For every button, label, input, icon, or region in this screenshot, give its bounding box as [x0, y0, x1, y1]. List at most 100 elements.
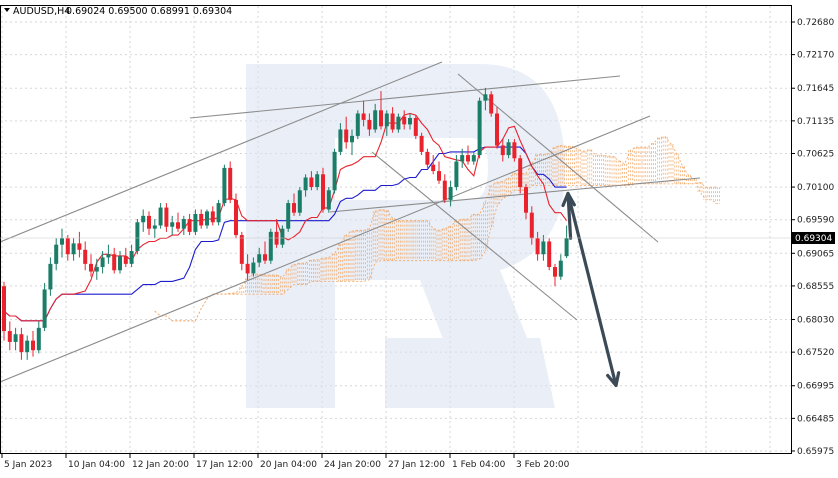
candle-body: [297, 190, 302, 213]
candle-body: [384, 113, 389, 127]
candle-body: [123, 256, 128, 264]
candle-body: [512, 142, 517, 159]
candle: [234, 193, 238, 239]
y-tick-label: 0.66485: [797, 414, 834, 424]
candle: [54, 238, 59, 271]
candle-body: [286, 203, 291, 229]
candle: [228, 161, 233, 204]
candle: [158, 203, 163, 229]
forecast-arrows: [561, 191, 621, 388]
candle-body: [315, 174, 320, 188]
candle: [94, 258, 99, 280]
y-tick-label: 0.71645: [797, 84, 834, 94]
y-tick-label: 0.68030: [797, 316, 834, 326]
candle: [413, 115, 418, 140]
candle-body: [199, 213, 204, 226]
watermark-logo: [246, 64, 565, 408]
triangle-down-icon[interactable]: [4, 8, 10, 12]
candle: [477, 97, 482, 159]
x-tick-label: 12 Jan 20:00: [132, 460, 189, 470]
candle-body: [541, 241, 546, 255]
x-tick-label: 17 Jan 12:00: [196, 460, 253, 470]
candle: [547, 238, 552, 271]
candle: [321, 167, 325, 213]
candle-body: [2, 286, 6, 332]
candle-body: [36, 327, 41, 351]
candle-body: [106, 254, 111, 258]
y-tick-label: 0.66995: [797, 382, 834, 392]
watermark-lower-block: [385, 338, 555, 408]
candle: [123, 247, 128, 268]
candle: [25, 335, 30, 360]
candle: [280, 225, 285, 248]
candle-body: [94, 267, 99, 272]
candle: [106, 244, 111, 264]
candle-body: [7, 331, 12, 342]
candle: [31, 331, 35, 357]
x-tick-label: 3 Feb 20:00: [516, 460, 570, 470]
candle-body: [228, 167, 233, 200]
candle: [135, 219, 140, 255]
candle: [286, 199, 291, 232]
candle: [553, 263, 557, 287]
candle-body: [396, 116, 401, 130]
candle: [19, 327, 24, 360]
candle-body: [466, 155, 470, 162]
candle-body: [251, 262, 256, 274]
candle: [326, 187, 331, 213]
y-tick-label: 0.67520: [797, 348, 834, 358]
candle-body: [100, 257, 105, 268]
candle: [431, 155, 436, 175]
candle-body: [553, 267, 557, 277]
candle-body: [535, 238, 540, 255]
candle-body: [518, 158, 523, 188]
candle-body: [471, 155, 476, 162]
candle: [222, 164, 227, 207]
candle-body: [483, 94, 488, 101]
candle-body: [442, 180, 447, 200]
candle: [129, 244, 134, 268]
candle-body: [408, 117, 412, 125]
price-chart[interactable]: 0.72680 0.72170 0.71645 0.71135 0.70625 0.701…: [0, 0, 838, 474]
candle-body: [71, 243, 76, 255]
candle: [89, 254, 93, 277]
candle-body: [263, 254, 267, 261]
forecast-arrow-down: [566, 191, 618, 388]
candle-body: [338, 129, 343, 152]
current-price-label: 0.69304: [795, 234, 832, 244]
candle: [239, 231, 244, 271]
candle: [199, 209, 204, 229]
x-tick-label: 20 Jan 04:00: [260, 460, 317, 470]
candle: [13, 327, 18, 351]
candle-body: [309, 177, 314, 188]
candle: [425, 148, 430, 168]
candle-body: [280, 228, 285, 245]
candle-body: [141, 215, 146, 223]
candle-body: [25, 340, 30, 353]
candle-body: [112, 254, 117, 271]
candle-body: [524, 187, 528, 213]
candle-body: [164, 207, 169, 227]
candle-body: [402, 116, 407, 125]
candle-body: [245, 263, 250, 274]
candle-body: [118, 256, 122, 271]
candle-body: [350, 135, 354, 143]
candle-body: [83, 249, 88, 264]
candle: [36, 321, 41, 354]
candle-body: [257, 254, 262, 263]
y-tick-label: 0.70100: [797, 183, 834, 193]
candle: [355, 110, 360, 140]
y-tick-label: 0.70625: [797, 149, 834, 159]
candle: [193, 209, 198, 236]
candle-body: [31, 340, 35, 351]
candle: [489, 91, 494, 117]
candle-body: [176, 222, 180, 229]
candle-body: [129, 251, 134, 264]
candle-body: [205, 211, 209, 226]
candle-body: [361, 113, 366, 120]
x-tick-label: 24 Jan 20:00: [324, 460, 381, 470]
candle-body: [216, 203, 221, 223]
candle-body: [326, 190, 331, 210]
candle-body: [19, 334, 24, 353]
candle-body: [147, 215, 151, 229]
